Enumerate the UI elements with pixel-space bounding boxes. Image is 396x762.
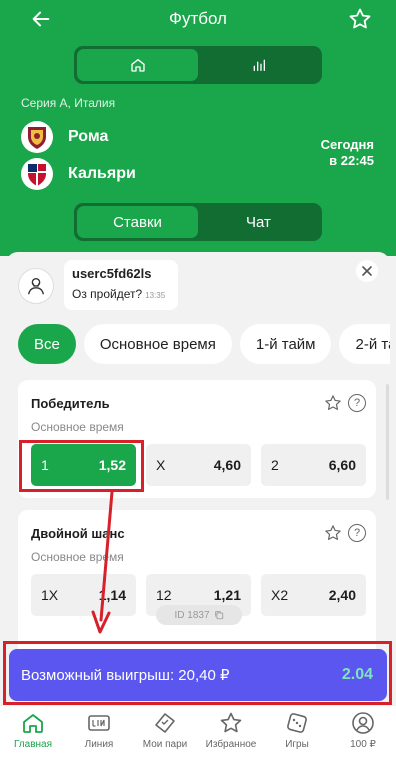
odd-button-1x[interactable]: 1X 1,14 bbox=[31, 574, 136, 616]
chat-message-preview[interactable]: userc5fd62ls Оз пройдет? 13:35 bbox=[64, 260, 178, 310]
match-start-time: Сегодня в 22:45 bbox=[320, 137, 374, 168]
stats-icon bbox=[253, 59, 265, 71]
star-icon bbox=[220, 712, 242, 733]
match-header: Футбол Серия А, Италия Рома Кальяри Сего… bbox=[0, 0, 396, 256]
close-icon bbox=[362, 266, 372, 276]
help-icon[interactable]: ? bbox=[348, 394, 366, 412]
chat-username: userc5fd62ls bbox=[72, 266, 152, 281]
nav-profile-balance[interactable]: 100 ₽ bbox=[330, 706, 396, 762]
close-chat-preview-button[interactable] bbox=[356, 260, 378, 282]
market-title: Двойной шанс bbox=[31, 526, 125, 541]
nav-favorites[interactable]: Избранное bbox=[198, 706, 264, 762]
favorite-market-icon[interactable] bbox=[324, 394, 342, 412]
highlight-selected-odd bbox=[19, 440, 144, 492]
market-title: Победитель bbox=[31, 396, 110, 411]
line-icon bbox=[88, 715, 110, 731]
nav-home[interactable]: Главная bbox=[0, 706, 66, 762]
session-id-badge[interactable]: ID 1837 bbox=[156, 605, 242, 625]
odd-button-x2[interactable]: X2 2,40 bbox=[261, 574, 366, 616]
page-title: Футбол bbox=[169, 9, 227, 28]
chat-text: Оз пройдет? 13:35 bbox=[72, 287, 166, 301]
view-switcher bbox=[74, 46, 322, 84]
team1-name: Рома bbox=[68, 128, 109, 145]
scrollbar[interactable] bbox=[386, 384, 389, 500]
chat-time: 13:35 bbox=[145, 291, 166, 300]
odd-button-away[interactable]: 2 6,60 bbox=[261, 444, 366, 486]
roma-logo bbox=[21, 121, 53, 153]
team-home: Рома bbox=[21, 121, 108, 153]
ticket-icon bbox=[155, 713, 175, 733]
nav-my-bets[interactable]: Мои пари bbox=[132, 706, 198, 762]
filter-regular-time[interactable]: Основное время bbox=[83, 324, 232, 364]
market-card-double-chance: Двойной шанс Основное время ? 1X 1,14 12 1… bbox=[18, 510, 376, 660]
copy-icon bbox=[214, 611, 223, 620]
market-filter-chips: Все Основное время 1-й тайм 2-й тайм bbox=[18, 324, 390, 364]
home-icon bbox=[23, 714, 43, 733]
bets-chat-switcher: Ставки Чат bbox=[74, 203, 322, 241]
highlight-bet-slip bbox=[3, 641, 392, 705]
profile-icon bbox=[352, 712, 374, 734]
tab-bets[interactable]: Ставки bbox=[77, 206, 198, 238]
dice-icon bbox=[287, 713, 307, 733]
favorite-star-icon[interactable] bbox=[348, 7, 372, 31]
favorite-market-icon[interactable] bbox=[324, 524, 342, 542]
tab-overview[interactable] bbox=[77, 49, 198, 81]
help-icon[interactable]: ? bbox=[348, 524, 366, 542]
filter-first-half[interactable]: 1-й тайм bbox=[239, 324, 332, 364]
market-subtitle: Основное время bbox=[31, 420, 124, 434]
tab-statistics[interactable] bbox=[198, 49, 319, 81]
tab-chat[interactable]: Чат bbox=[198, 206, 319, 238]
bottom-nav: Главная Линия Мои пари Избранное Игры 10… bbox=[0, 706, 396, 762]
user-avatar bbox=[18, 268, 54, 304]
home-icon bbox=[130, 59, 145, 72]
filter-all[interactable]: Все bbox=[18, 324, 76, 364]
nav-games[interactable]: Игры bbox=[264, 706, 330, 762]
filter-second-half[interactable]: 2-й тайм bbox=[339, 324, 390, 364]
odd-button-draw[interactable]: X 4,60 bbox=[146, 444, 251, 486]
cagliari-logo bbox=[21, 158, 53, 190]
league-label: Серия А, Италия bbox=[21, 96, 116, 110]
nav-line[interactable]: Линия bbox=[66, 706, 132, 762]
team2-name: Кальяри bbox=[68, 165, 136, 182]
market-subtitle: Основное время bbox=[31, 550, 124, 564]
team-away: Кальяри bbox=[21, 158, 136, 190]
